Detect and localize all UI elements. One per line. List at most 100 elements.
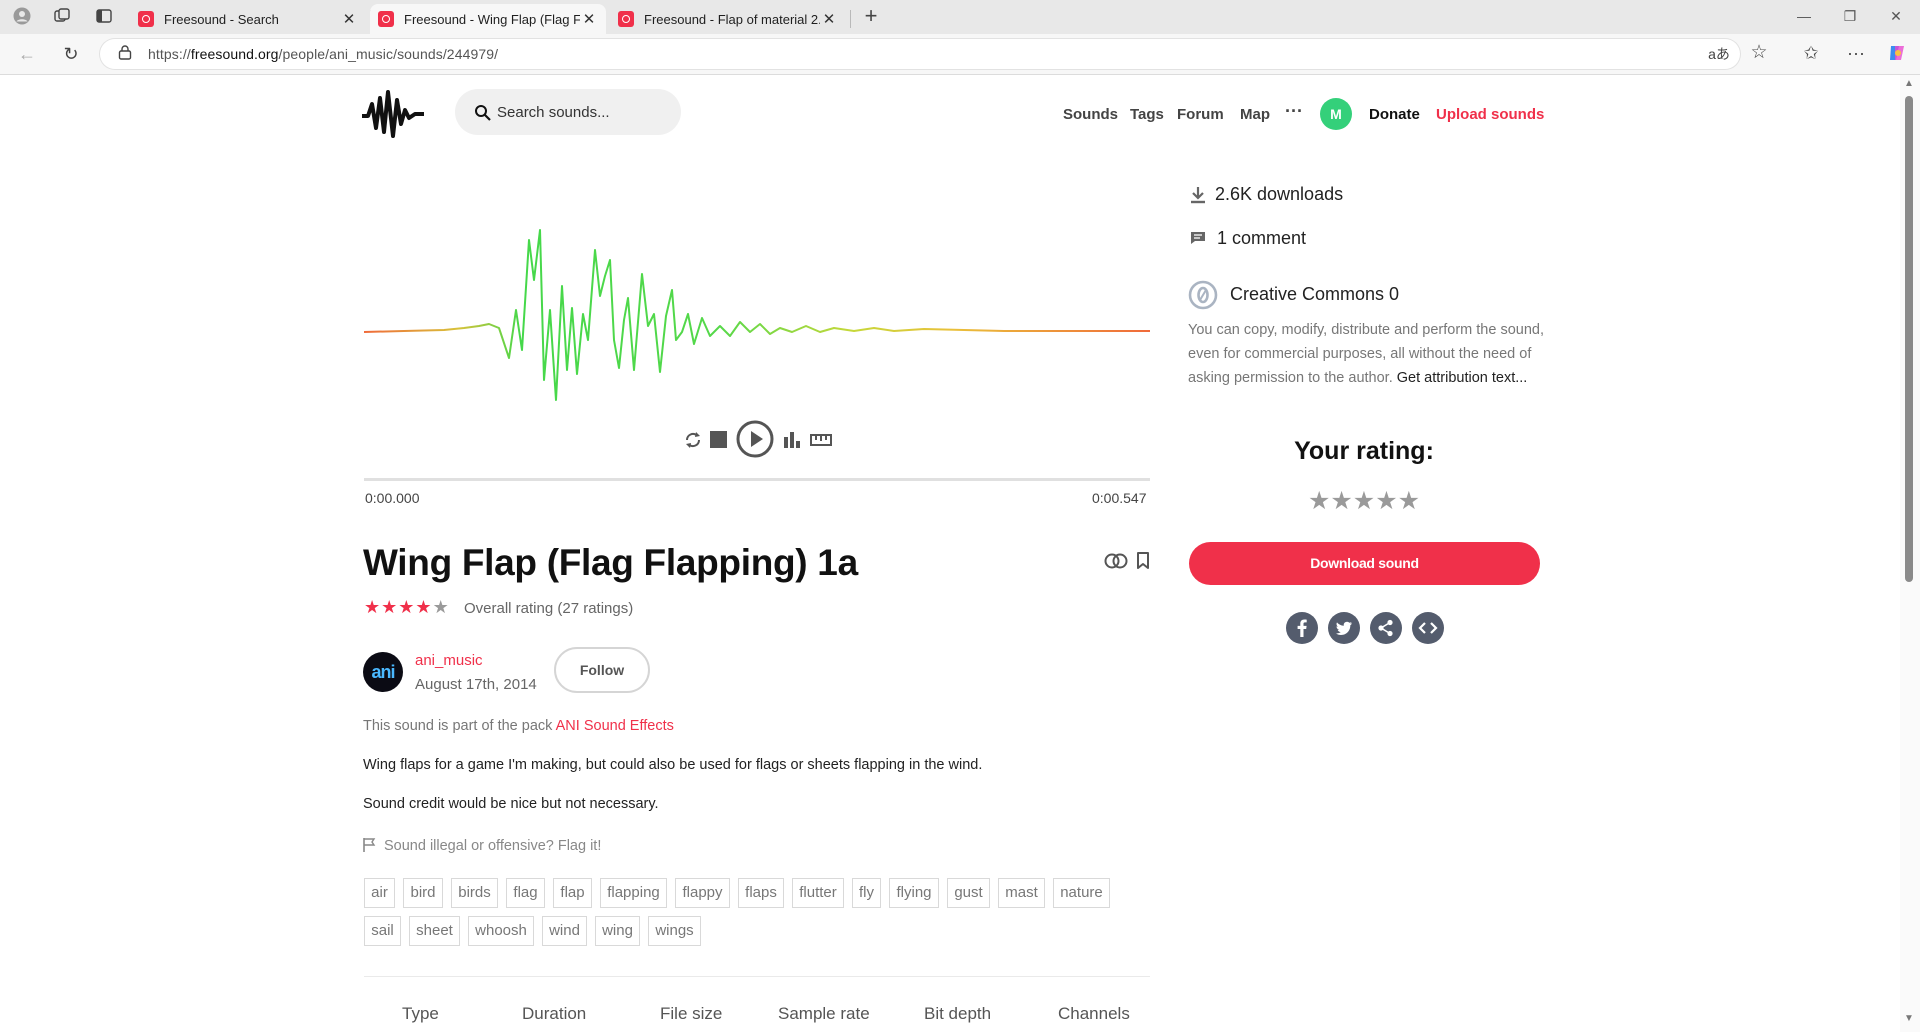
tab-title: Freesound - Search xyxy=(164,11,279,27)
user-avatar[interactable]: M xyxy=(1320,98,1352,130)
scroll-up-arrow[interactable]: ▲ xyxy=(1904,78,1914,89)
favorite-star-icon[interactable]: ☆ xyxy=(1748,43,1770,63)
tag-chip[interactable]: flapping xyxy=(600,878,667,908)
tag-chip[interactable]: flaps xyxy=(738,878,784,908)
rate-star-3-icon[interactable]: ★ xyxy=(1353,487,1375,515)
scroll-down-arrow[interactable]: ▼ xyxy=(1904,1013,1914,1024)
back-icon[interactable]: ← xyxy=(16,44,38,64)
nav-more-icon[interactable]: ··· xyxy=(1285,101,1303,122)
close-tab-icon[interactable]: ✕ xyxy=(820,10,838,28)
tag-chip[interactable]: bird xyxy=(403,878,443,908)
flag-sound-link[interactable]: Sound illegal or offensive? Flag it! xyxy=(384,838,601,854)
author-link[interactable]: ani_music xyxy=(415,652,483,669)
donate-link[interactable]: Donate xyxy=(1369,106,1420,123)
page-scrollbar-thumb[interactable] xyxy=(1905,96,1913,582)
author-avatar[interactable]: ani xyxy=(363,652,403,692)
pack-prefix: This sound is part of the pack xyxy=(363,718,556,734)
your-rating-heading: Your rating: xyxy=(1294,437,1434,465)
tag-chip[interactable]: sheet xyxy=(409,916,460,946)
tag-chip[interactable]: sail xyxy=(364,916,401,946)
workspaces-icon[interactable] xyxy=(52,7,72,31)
read-aloud-icon[interactable]: aあ xyxy=(1708,44,1730,64)
spectrogram-toggle-icon[interactable] xyxy=(783,431,801,454)
play-icon[interactable] xyxy=(736,420,774,463)
restore-window-icon[interactable]: ❐ xyxy=(1830,8,1870,25)
download-sound-button[interactable]: Download sound xyxy=(1189,542,1540,585)
upload-sounds-link[interactable]: Upload sounds xyxy=(1436,106,1544,123)
nav-map[interactable]: Map xyxy=(1240,106,1270,123)
loop-icon[interactable] xyxy=(683,430,703,455)
waveform[interactable] xyxy=(363,190,1150,425)
follow-button[interactable]: Follow xyxy=(554,647,650,693)
rating-summary: Overall rating (27 ratings) xyxy=(464,600,634,617)
embed-button[interactable] xyxy=(1412,612,1444,644)
tag-chip[interactable]: flag xyxy=(506,878,545,908)
info-col-type: Type xyxy=(402,1004,439,1023)
your-rating-stars[interactable]: ★★★★★ xyxy=(1188,486,1540,516)
new-tab-icon[interactable]: + xyxy=(860,5,882,27)
star-filled-icon: ★ xyxy=(415,597,433,617)
star-empty-icon: ★ xyxy=(432,597,450,617)
tab-flap-of-material[interactable]: Freesound - Flap of material 2.wav ✕ xyxy=(610,4,846,34)
search-input[interactable]: Search sounds... xyxy=(497,104,610,121)
tab-search[interactable]: Freesound - Search ✕ xyxy=(130,4,366,34)
downloads-count[interactable]: 2.6K downloads xyxy=(1215,184,1343,205)
minimize-window-icon[interactable]: — xyxy=(1784,8,1824,24)
tag-chip[interactable]: flappy xyxy=(675,878,730,908)
tab-actions-icon[interactable] xyxy=(94,7,114,31)
download-sound-label: Download sound xyxy=(1310,555,1419,571)
tag-chip[interactable]: flap xyxy=(553,878,592,908)
reload-icon[interactable]: ↻ xyxy=(60,44,82,64)
tag-chip[interactable]: wind xyxy=(542,916,587,946)
tag-chip[interactable]: flutter xyxy=(792,878,844,908)
profile-icon[interactable] xyxy=(12,7,32,31)
tag-chip[interactable]: wing xyxy=(595,916,640,946)
nav-forum[interactable]: Forum xyxy=(1177,106,1224,123)
url-path: /people/ani_music/sounds/244979/ xyxy=(278,46,499,62)
rate-star-4-icon[interactable]: ★ xyxy=(1375,487,1397,515)
freesound-favicon-icon xyxy=(618,11,634,27)
tag-chip[interactable]: nature xyxy=(1053,878,1110,908)
flag-icon[interactable] xyxy=(362,837,376,858)
url-text[interactable]: https://freesound.org/people/ani_music/s… xyxy=(148,46,498,62)
url-host: freesound.org xyxy=(190,46,279,62)
tag-chip[interactable]: flying xyxy=(889,878,939,908)
nav-sounds[interactable]: Sounds xyxy=(1063,106,1118,123)
tag-chip[interactable]: wings xyxy=(648,916,701,946)
nav-tags[interactable]: Tags xyxy=(1130,106,1164,123)
ruler-icon[interactable] xyxy=(810,433,832,452)
pack-link[interactable]: ANI Sound Effects xyxy=(556,718,674,734)
stop-icon[interactable] xyxy=(710,431,727,448)
tab-wing-flap[interactable]: Freesound - Wing Flap (Flag Flapping) 1a… xyxy=(370,4,606,34)
tag-chip[interactable]: birds xyxy=(451,878,498,908)
rate-star-1-icon[interactable]: ★ xyxy=(1308,487,1330,515)
tag-chip[interactable]: air xyxy=(364,878,395,908)
close-tab-icon[interactable]: ✕ xyxy=(340,10,358,28)
rate-star-2-icon[interactable]: ★ xyxy=(1330,487,1352,515)
rate-star-5-icon[interactable]: ★ xyxy=(1398,487,1420,515)
tag-chip[interactable]: mast xyxy=(998,878,1045,908)
freesound-logo[interactable] xyxy=(360,88,426,145)
copilot-icon[interactable] xyxy=(1886,43,1908,69)
bookmark-icon[interactable] xyxy=(1136,552,1150,575)
tag-chip[interactable]: fly xyxy=(852,878,881,908)
site-info-lock-icon[interactable] xyxy=(116,44,134,66)
cc0-license-icon xyxy=(1188,280,1218,315)
favorites-icon[interactable]: ✩ xyxy=(1800,43,1822,63)
time-start: 0:00.000 xyxy=(365,490,420,506)
playback-progress-bar[interactable] xyxy=(364,478,1150,481)
close-window-icon[interactable]: ✕ xyxy=(1876,8,1916,25)
comments-count[interactable]: 1 comment xyxy=(1217,228,1306,249)
generic-share-button[interactable] xyxy=(1370,612,1402,644)
download-count-icon xyxy=(1190,186,1206,209)
tag-chip[interactable]: gust xyxy=(947,878,990,908)
tag-chip[interactable]: whoosh xyxy=(468,916,534,946)
facebook-share-button[interactable] xyxy=(1286,612,1318,644)
twitter-share-button[interactable] xyxy=(1328,612,1360,644)
similar-sounds-icon[interactable] xyxy=(1104,552,1128,575)
settings-more-icon[interactable]: ··· xyxy=(1845,43,1867,63)
close-tab-icon[interactable]: ✕ xyxy=(580,10,598,28)
attribution-link[interactable]: Get attribution text... xyxy=(1397,370,1528,386)
embed-icon xyxy=(1418,622,1438,634)
freesound-favicon-icon xyxy=(138,11,154,27)
